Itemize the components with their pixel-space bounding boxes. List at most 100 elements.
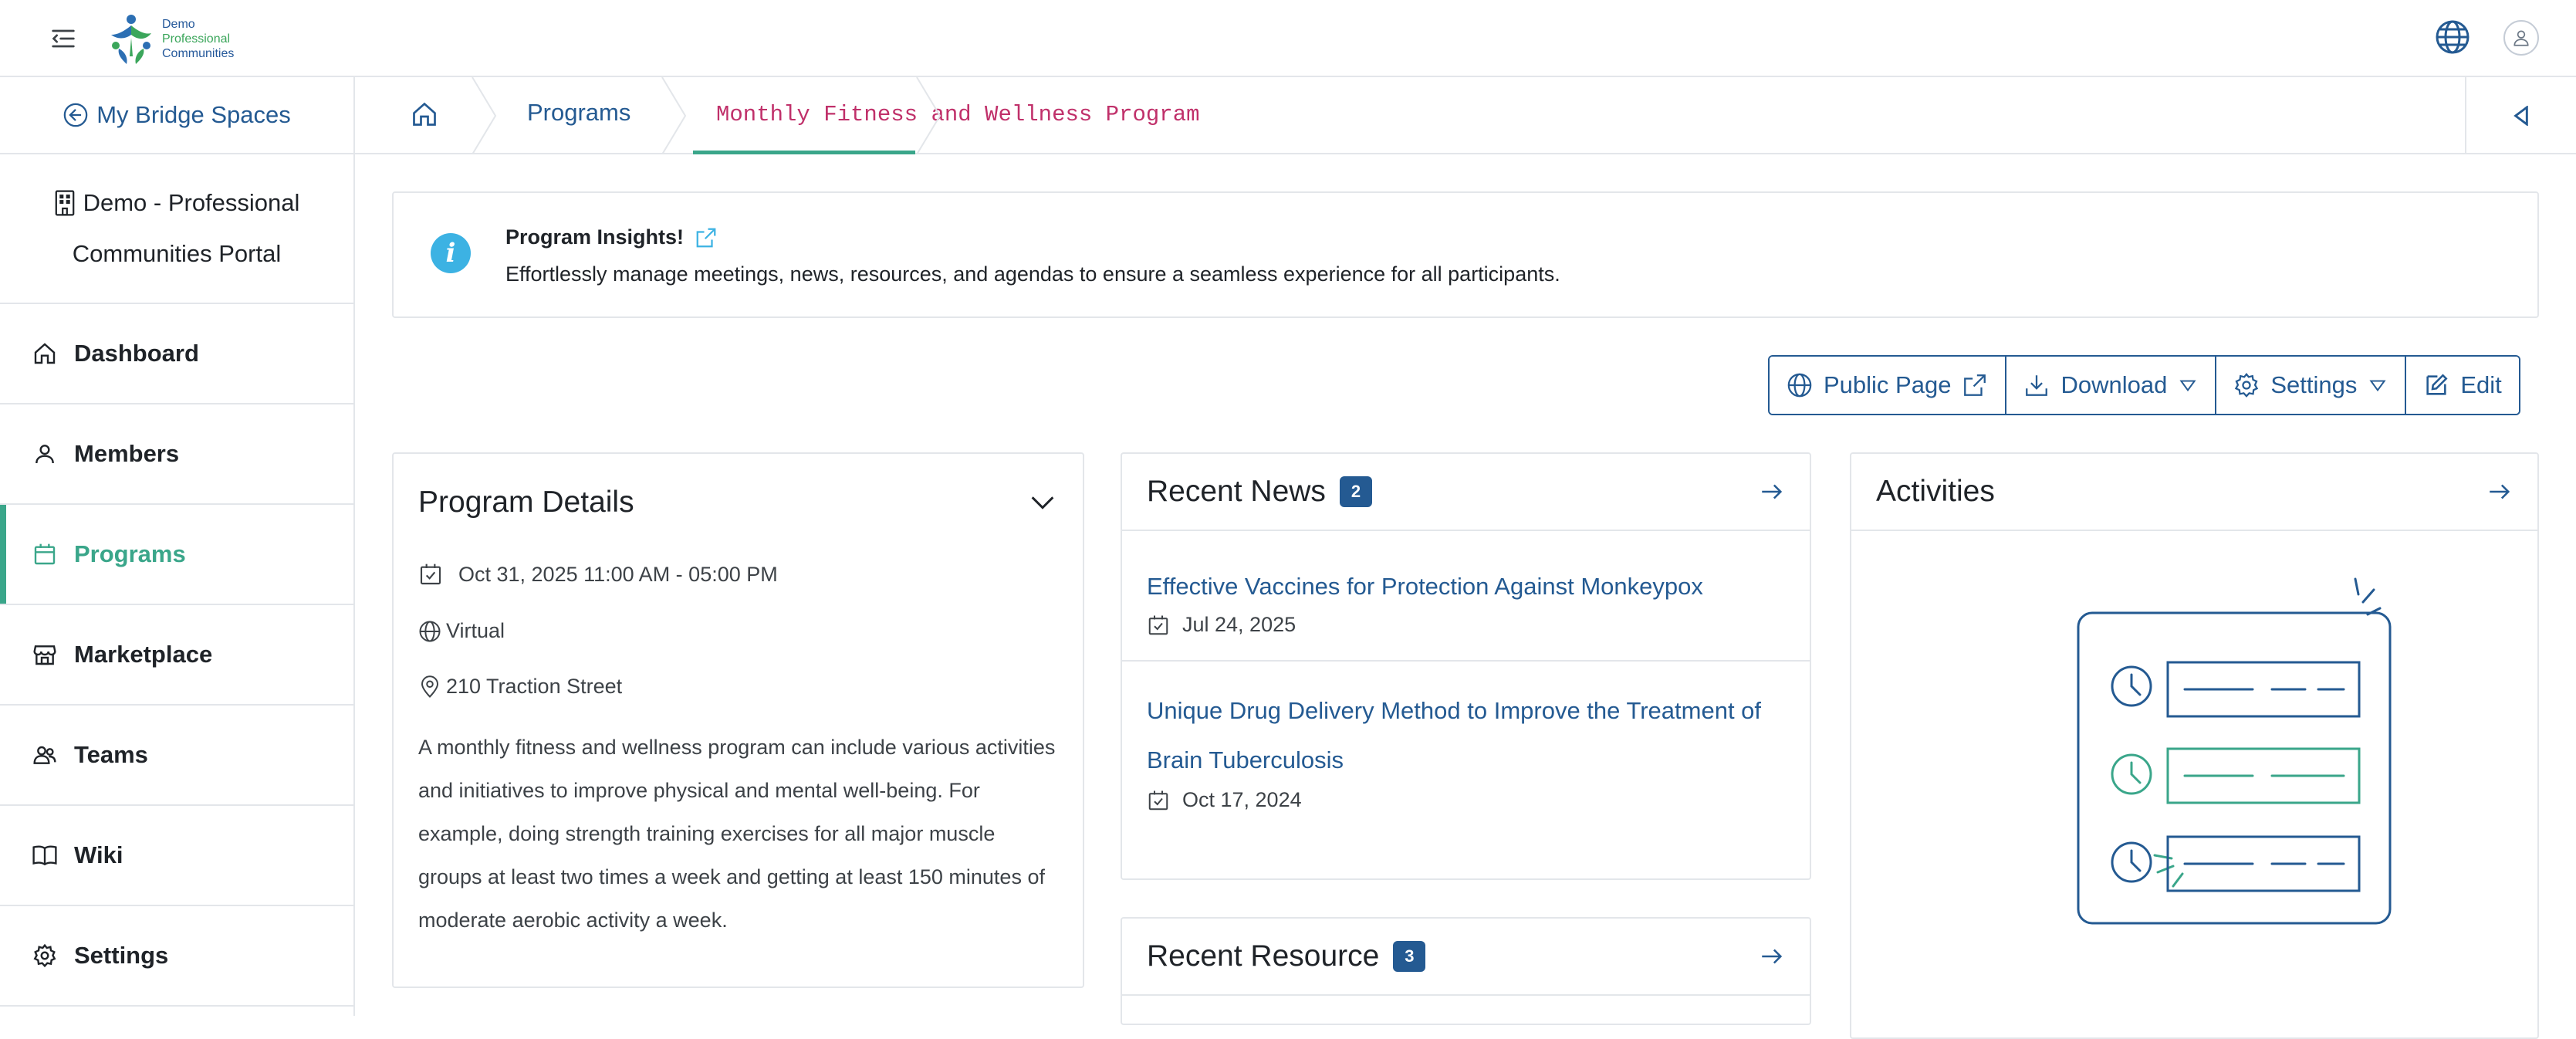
logo-mark-icon [111, 15, 151, 64]
calendar-check-icon [1148, 615, 1168, 635]
user-avatar[interactable] [2503, 20, 2539, 56]
org-name-line-2: Communities Portal [72, 240, 282, 267]
program-details-title: Program Details [418, 486, 634, 519]
program-address-row: 210 Traction Street [418, 675, 622, 699]
my-bridge-spaces-label: My Bridge Spaces [96, 101, 291, 128]
news-date: Oct 17, 2024 [1182, 788, 1302, 811]
sidebar-item-label: Wiki [74, 841, 123, 868]
calendar-icon [31, 540, 59, 568]
program-mode: Virtual [446, 619, 505, 642]
edit-label: Edit [2460, 371, 2502, 398]
breadcrumb-separator-icon [472, 77, 497, 154]
store-icon [31, 641, 59, 668]
my-bridge-spaces-link[interactable]: My Bridge Spaces [0, 77, 353, 154]
news-title[interactable]: Unique Drug Delivery Method to Improve t… [1147, 686, 1785, 785]
insight-title: Program Insights! [505, 225, 685, 249]
sidebar-item-label: Settings [74, 942, 169, 969]
calendar-check-icon [420, 563, 441, 585]
breadcrumb-current: Monthly Fitness and Wellness Program [693, 77, 1200, 154]
arrow-right-icon[interactable] [2486, 479, 2513, 505]
program-details-card: Program Details Oct 31, 2025 11:00 AM - … [392, 452, 1084, 988]
external-link-icon[interactable] [695, 226, 718, 249]
program-datetime: Oct 31, 2025 11:00 AM - 05:00 PM [458, 562, 778, 586]
sidebar-item-programs[interactable]: Programs [0, 505, 353, 605]
program-datetime-row: Oct 31, 2025 11:00 AM - 05:00 PM [418, 562, 778, 587]
recent-news-title: Recent News [1147, 475, 1326, 508]
top-bar: Demo Professional Communities [0, 0, 2576, 77]
home-icon [31, 340, 59, 367]
user-icon [2513, 30, 2529, 46]
program-insights-banner: i Program Insights! Effortlessly manage … [392, 191, 2539, 318]
insight-description: Effortlessly manage meetings, news, reso… [505, 262, 1560, 286]
arrow-right-icon[interactable] [1759, 479, 1785, 505]
sidebar: My Bridge Spaces Demo - Professional Com… [0, 77, 355, 1016]
download-button[interactable]: Download [2006, 357, 2217, 414]
caret-down-icon [2369, 380, 2386, 392]
external-link-icon [1964, 374, 1986, 396]
program-description: A monthly fitness and wellness program c… [418, 736, 1056, 932]
empty-activities-illustration [2077, 577, 2392, 925]
recent-resource-count-badge: 3 [1393, 941, 1426, 972]
program-toolbar: Public Page Download Settings Edit [1768, 355, 2520, 415]
back-circle-icon [63, 103, 88, 127]
settings-button[interactable]: Settings [2216, 357, 2407, 414]
logo-line-3: Communities [162, 46, 235, 60]
arrow-right-icon[interactable] [1759, 943, 1785, 970]
recent-news-count-badge: 2 [1339, 476, 1372, 507]
sidebar-item-label: Marketplace [74, 641, 213, 668]
public-page-button[interactable]: Public Page [1770, 357, 2007, 414]
sidebar-item-label: Teams [74, 741, 148, 768]
news-item[interactable]: Unique Drug Delivery Method to Improve t… [1122, 662, 1810, 835]
sidebar-item-label: Dashboard [74, 340, 199, 367]
recent-resource-card: Recent Resource 3 [1121, 917, 1811, 1025]
sidebar-item-members[interactable]: Members [0, 404, 353, 505]
activities-title: Activities [1876, 475, 1995, 508]
info-icon: i [431, 233, 471, 273]
building-icon [55, 190, 74, 216]
globe-icon [1787, 373, 1812, 398]
download-icon [2026, 375, 2048, 396]
menu-toggle-icon[interactable] [48, 23, 79, 54]
org-name-line-1: Demo - Professional [83, 189, 300, 216]
breadcrumb-separator-icon [916, 77, 941, 154]
globe-icon [419, 621, 441, 641]
collapse-panel-button[interactable] [2465, 77, 2576, 154]
gear-icon [2235, 373, 2259, 398]
news-date-row: Jul 24, 2025 [1147, 613, 1785, 637]
language-globe-icon[interactable] [2434, 19, 2471, 56]
sidebar-item-teams[interactable]: Teams [0, 706, 353, 806]
sidebar-item-wiki[interactable]: Wiki [0, 806, 353, 906]
logo-line-1: Demo [162, 17, 195, 31]
breadcrumb-separator-icon [661, 77, 687, 154]
organization-name: Demo - Professional Communities Portal [0, 154, 353, 304]
edit-icon [2426, 374, 2448, 395]
download-label: Download [2060, 371, 2168, 398]
book-icon [31, 841, 59, 869]
sidebar-item-label: Members [74, 440, 180, 467]
calendar-check-icon [1148, 790, 1168, 810]
news-date: Jul 24, 2025 [1182, 613, 1296, 636]
caret-left-icon [2513, 106, 2528, 126]
sidebar-item-settings[interactable]: Settings [0, 906, 353, 1007]
recent-news-card: Recent News 2 Effective Vaccines for Pro… [1121, 452, 1811, 880]
sidebar-item-dashboard[interactable]: Dashboard [0, 304, 353, 404]
gear-icon [31, 942, 59, 970]
breadcrumb-current-label: Monthly Fitness and Wellness Program [716, 102, 1200, 127]
user-icon [31, 440, 59, 468]
sidebar-item-marketplace[interactable]: Marketplace [0, 605, 353, 706]
brand-logo[interactable]: Demo Professional Communities [106, 9, 234, 68]
program-mode-row: Virtual [418, 619, 505, 643]
sidebar-item-label: Programs [74, 540, 186, 567]
caret-down-icon [2179, 380, 2196, 392]
program-address: 210 Traction Street [446, 675, 623, 698]
news-date-row: Oct 17, 2024 [1147, 788, 1785, 812]
settings-label: Settings [2270, 371, 2358, 398]
news-item[interactable]: Effective Vaccines for Protection Agains… [1122, 531, 1810, 662]
location-pin-icon [421, 675, 439, 698]
breadcrumb-programs-link[interactable]: Programs [527, 99, 630, 127]
people-icon [31, 741, 59, 769]
edit-button[interactable]: Edit [2406, 357, 2519, 414]
breadcrumb-home-icon[interactable] [411, 100, 441, 131]
news-title[interactable]: Effective Vaccines for Protection Agains… [1147, 562, 1785, 611]
chevron-down-icon[interactable] [1027, 487, 1058, 518]
